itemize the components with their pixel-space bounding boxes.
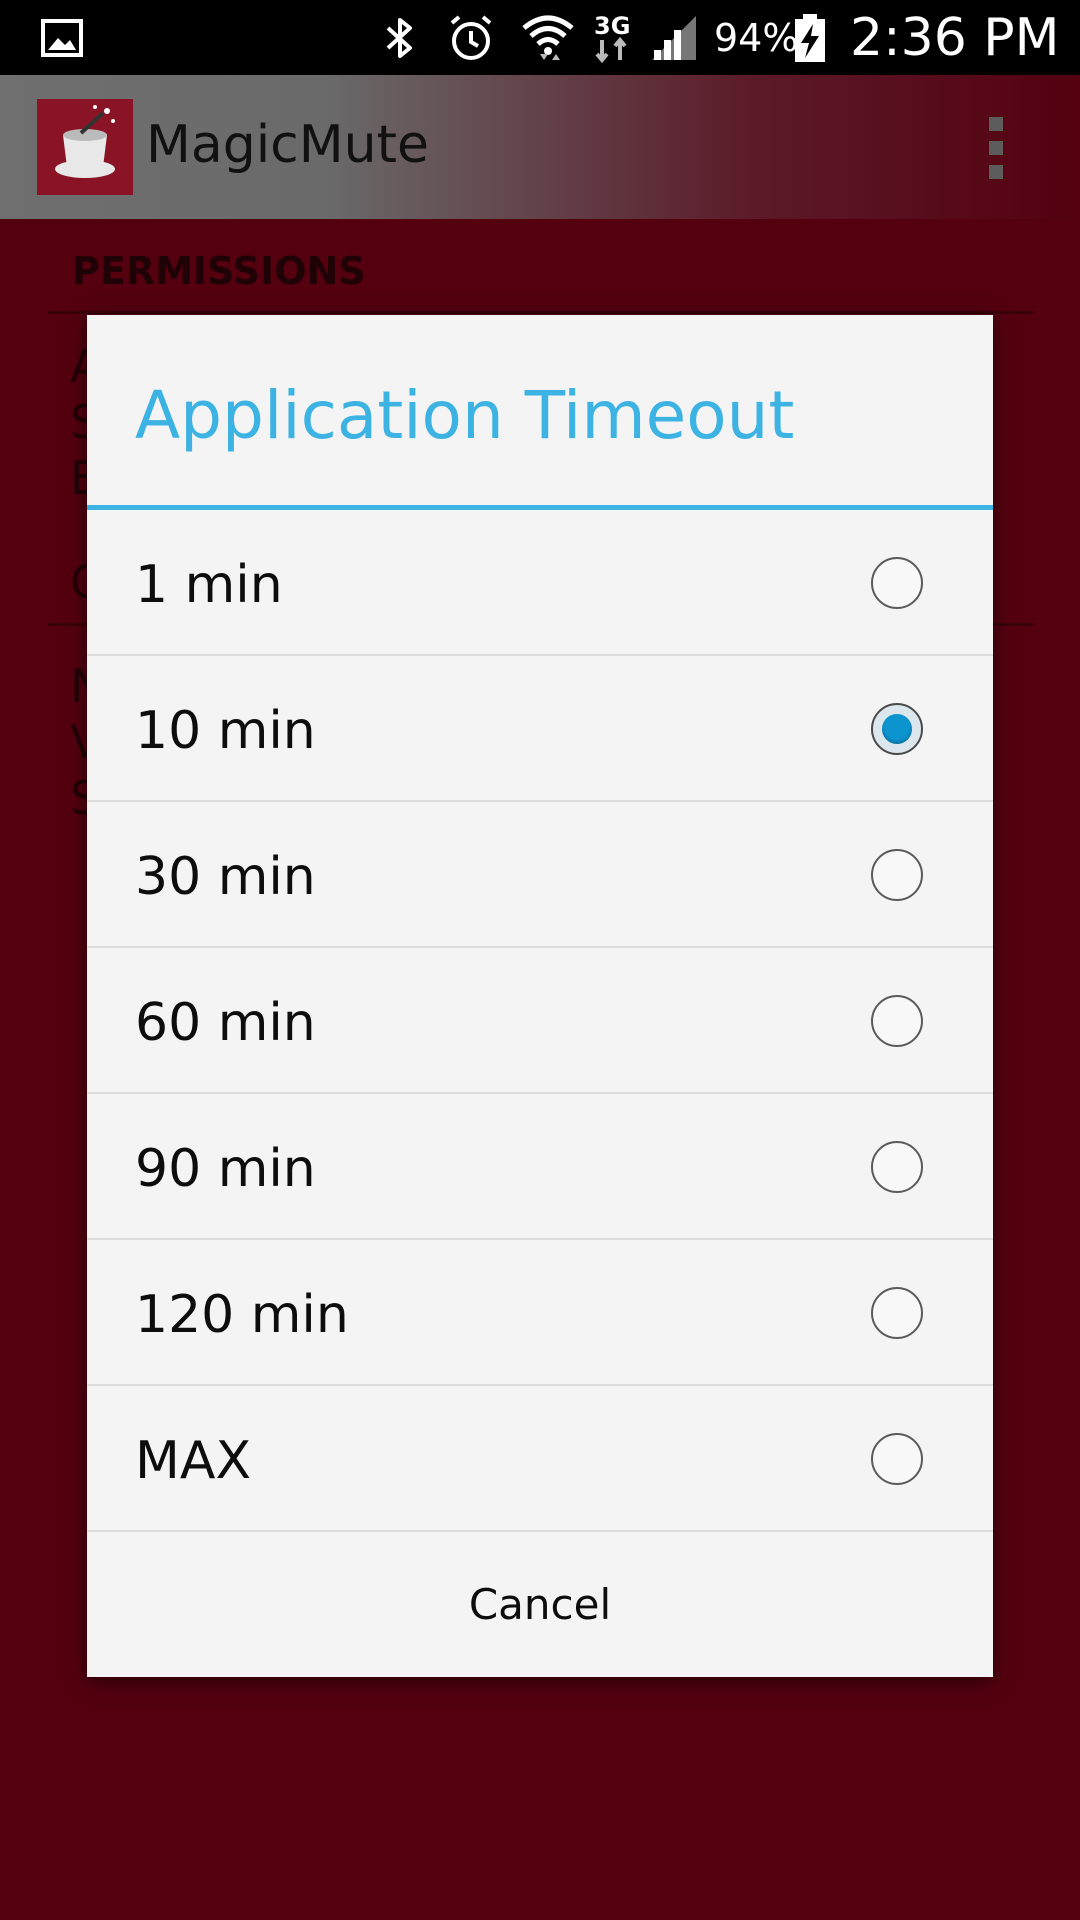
bluetooth-icon [380, 0, 420, 75]
radio-button[interactable] [871, 995, 923, 1047]
timeout-dialog: Application Timeout 1 min 10 min 30 min … [87, 315, 993, 1677]
radio-button-selected[interactable] [871, 703, 923, 755]
status-bar: 3G 94% 2:36 PM [0, 0, 1080, 75]
radio-button[interactable] [871, 1433, 923, 1485]
clock: 2:36 PM [850, 7, 1060, 68]
battery-charging-icon [793, 0, 827, 75]
option-90-min[interactable]: 90 min [87, 1094, 993, 1240]
alarm-icon [446, 0, 496, 75]
app-title: MagicMute [146, 115, 429, 175]
svg-text:3G: 3G [594, 12, 630, 40]
wifi-icon [520, 0, 576, 75]
signal-icon [648, 0, 700, 75]
radio-button[interactable] [871, 849, 923, 901]
option-label: MAX [135, 1431, 252, 1491]
option-label: 120 min [135, 1285, 349, 1345]
radio-button[interactable] [871, 1287, 923, 1339]
overflow-menu-icon[interactable] [984, 117, 1008, 179]
divider [48, 311, 1034, 314]
option-label: 90 min [135, 1139, 316, 1199]
gallery-icon [40, 0, 84, 75]
network-3g-icon: 3G [590, 0, 638, 75]
option-label: 1 min [135, 555, 283, 615]
option-max[interactable]: MAX [87, 1386, 993, 1532]
timeout-option-list: 1 min 10 min 30 min 60 min 90 min 120 mi… [87, 510, 993, 1532]
option-30-min[interactable]: 30 min [87, 802, 993, 948]
option-120-min[interactable]: 120 min [87, 1240, 993, 1386]
option-label: 10 min [135, 701, 316, 761]
dialog-title: Application Timeout [135, 377, 795, 454]
option-label: 30 min [135, 847, 316, 907]
option-60-min[interactable]: 60 min [87, 948, 993, 1094]
radio-button[interactable] [871, 557, 923, 609]
magic-hat-icon [37, 99, 133, 195]
radio-button[interactable] [871, 1141, 923, 1193]
option-label: 60 min [135, 993, 316, 1053]
option-1-min[interactable]: 1 min [87, 510, 993, 656]
battery-percent: 94% [714, 15, 799, 60]
app-bar: MagicMute [0, 75, 1080, 219]
option-10-min[interactable]: 10 min [87, 656, 993, 802]
cancel-button[interactable]: Cancel [87, 1532, 993, 1677]
section-header-permissions: PERMISSIONS [72, 249, 366, 293]
